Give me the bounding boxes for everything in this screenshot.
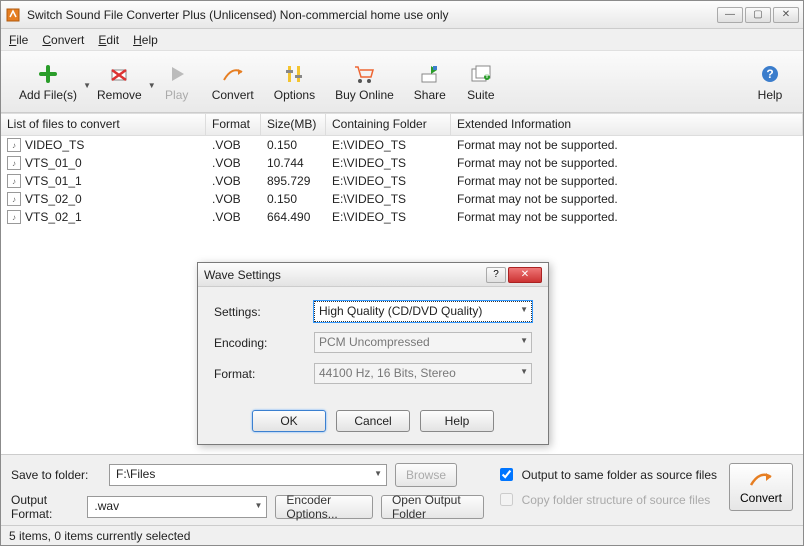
- table-row[interactable]: ♪VIDEO_TS.VOB0.150E:\VIDEO_TSFormat may …: [1, 136, 803, 154]
- browse-button[interactable]: Browse: [395, 463, 457, 487]
- suite-icon: +: [469, 62, 493, 86]
- dialog-title: Wave Settings: [204, 268, 486, 282]
- convert-toolbar-button[interactable]: Convert: [202, 58, 264, 106]
- output-format-label: Output Format:: [11, 493, 79, 521]
- status-bar: 5 items, 0 items currently selected: [1, 525, 803, 545]
- buy-online-button[interactable]: Buy Online: [325, 58, 404, 106]
- format-label: Format:: [214, 367, 314, 381]
- cancel-button[interactable]: Cancel: [336, 410, 410, 432]
- table-row[interactable]: ♪VTS_01_0.VOB10.744E:\VIDEO_TSFormat may…: [1, 154, 803, 172]
- convert-button[interactable]: Convert: [729, 463, 793, 511]
- file-list: List of files to convert Format Size(MB)…: [1, 113, 803, 454]
- chevron-down-icon: ▼: [520, 367, 528, 376]
- remove-button[interactable]: Remove ▼: [87, 58, 152, 106]
- table-row[interactable]: ♪VTS_02_1.VOB664.490E:\VIDEO_TSFormat ma…: [1, 208, 803, 226]
- col-file[interactable]: List of files to convert: [1, 114, 206, 135]
- play-icon: [165, 62, 189, 86]
- svg-text:?: ?: [766, 67, 773, 81]
- dialog-help-btn[interactable]: Help: [420, 410, 494, 432]
- maximize-button[interactable]: ▢: [745, 7, 771, 23]
- format-select: 44100 Hz, 16 Bits, Stereo▼: [314, 363, 532, 384]
- column-headers: List of files to convert Format Size(MB)…: [1, 114, 803, 136]
- close-button[interactable]: ✕: [773, 7, 799, 23]
- suite-button[interactable]: + Suite: [456, 58, 506, 106]
- options-button[interactable]: Options: [264, 58, 325, 106]
- table-row[interactable]: ♪VTS_02_0.VOB0.150E:\VIDEO_TSFormat may …: [1, 190, 803, 208]
- col-format[interactable]: Format: [206, 114, 261, 135]
- save-folder-combo[interactable]: F:\Files▼: [109, 464, 387, 486]
- audio-file-icon: ♪: [7, 156, 21, 170]
- audio-file-icon: ♪: [7, 138, 21, 152]
- encoding-select: PCM Uncompressed▼: [314, 332, 532, 353]
- output-format-combo[interactable]: .wav▼: [87, 496, 267, 518]
- bottom-panel: Save to folder: F:\Files▼ Browse Output …: [1, 454, 803, 525]
- save-folder-label: Save to folder:: [11, 468, 101, 482]
- col-folder[interactable]: Containing Folder: [326, 114, 451, 135]
- share-icon: [418, 62, 442, 86]
- ok-button[interactable]: OK: [252, 410, 326, 432]
- titlebar: Switch Sound File Converter Plus (Unlice…: [1, 1, 803, 29]
- menu-file[interactable]: File: [9, 33, 28, 47]
- settings-label: Settings:: [214, 305, 314, 319]
- chevron-down-icon: ▼: [254, 501, 262, 510]
- dialog-close-button[interactable]: ✕: [508, 267, 542, 283]
- help-icon: ?: [758, 62, 782, 86]
- menu-convert[interactable]: Convert: [42, 33, 84, 47]
- col-size[interactable]: Size(MB): [261, 114, 326, 135]
- col-ext[interactable]: Extended Information: [451, 114, 803, 135]
- audio-file-icon: ♪: [7, 192, 21, 206]
- remove-icon: [107, 62, 131, 86]
- chevron-down-icon: ▼: [520, 305, 528, 314]
- plus-icon: [36, 62, 60, 86]
- audio-file-icon: ♪: [7, 174, 21, 188]
- play-button[interactable]: Play: [152, 58, 202, 106]
- encoding-label: Encoding:: [214, 336, 314, 350]
- window-title: Switch Sound File Converter Plus (Unlice…: [27, 8, 717, 22]
- copy-folder-structure-checkbox: Copy folder structure of source files: [496, 490, 717, 509]
- menu-edit[interactable]: Edit: [98, 33, 119, 47]
- cart-icon: [352, 62, 376, 86]
- wave-settings-dialog: Wave Settings ? ✕ Settings: High Quality…: [197, 262, 549, 445]
- minimize-button[interactable]: —: [717, 7, 743, 23]
- chevron-down-icon: ▼: [374, 469, 382, 478]
- settings-select[interactable]: High Quality (CD/DVD Quality)▼: [314, 301, 532, 322]
- help-button[interactable]: ? Help: [745, 58, 795, 106]
- options-icon: [282, 62, 306, 86]
- menu-help[interactable]: Help: [133, 33, 158, 47]
- chevron-down-icon: ▼: [520, 336, 528, 345]
- output-same-folder-checkbox[interactable]: Output to same folder as source files: [496, 465, 717, 484]
- encoder-options-button[interactable]: Encoder Options...: [275, 495, 373, 519]
- audio-file-icon: ♪: [7, 210, 21, 224]
- convert-icon: [749, 469, 773, 489]
- add-files-button[interactable]: Add File(s) ▼: [9, 58, 87, 106]
- convert-icon: [221, 62, 245, 86]
- svg-text:+: +: [483, 68, 490, 82]
- dialog-help-button[interactable]: ?: [486, 267, 506, 283]
- open-output-folder-button[interactable]: Open Output Folder: [381, 495, 484, 519]
- toolbar: Add File(s) ▼ Remove ▼ Play Convert Opti…: [1, 51, 803, 113]
- app-icon: [5, 7, 21, 23]
- table-row[interactable]: ♪VTS_01_1.VOB895.729E:\VIDEO_TSFormat ma…: [1, 172, 803, 190]
- menubar: File Convert Edit Help: [1, 29, 803, 51]
- share-button[interactable]: Share: [404, 58, 456, 106]
